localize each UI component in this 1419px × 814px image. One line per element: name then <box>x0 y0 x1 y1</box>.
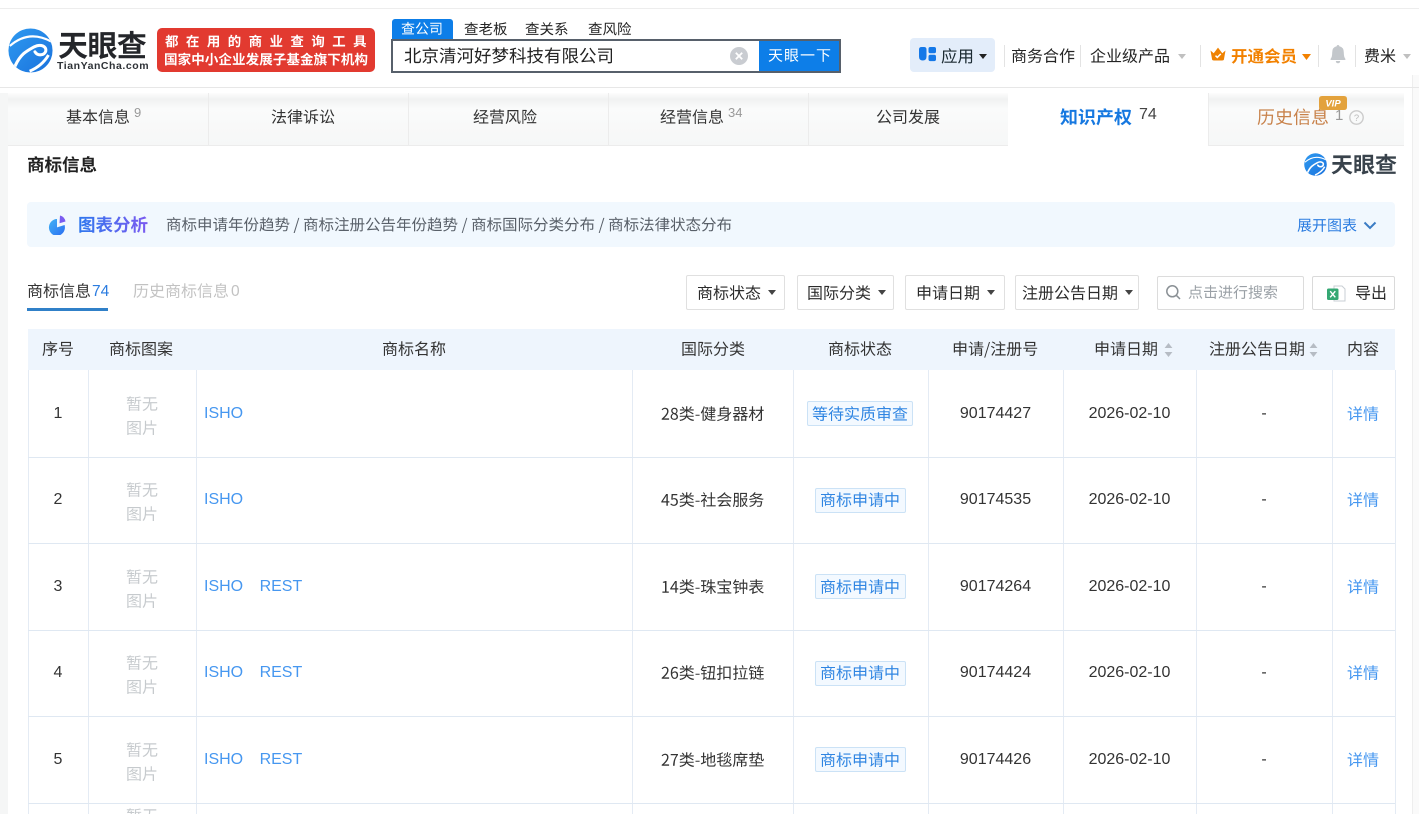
svg-text:?: ? <box>1354 113 1359 124</box>
svg-text:VIP: VIP <box>1325 99 1341 110</box>
